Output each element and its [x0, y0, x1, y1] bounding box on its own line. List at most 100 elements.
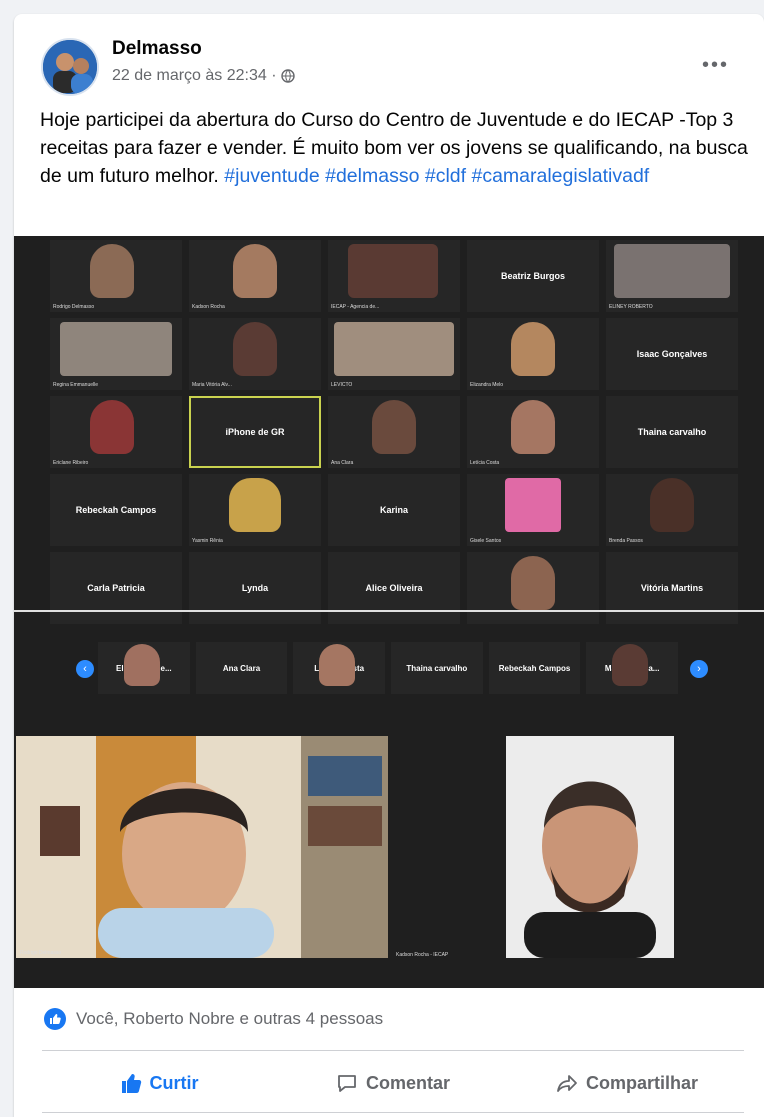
participant-tile: Ana Clara — [328, 396, 460, 468]
speaker-photo — [16, 736, 388, 958]
post-actions: Curtir Comentar Compartilhar — [42, 1054, 744, 1112]
participant-caption: Yasmin Rênia — [192, 538, 223, 544]
participant-tile: IECAP - Agencia de... — [328, 240, 460, 312]
participant-caption: ELINEY ROBERTO — [609, 304, 653, 310]
participant-tile: ELINEY ROBERTO — [606, 240, 738, 312]
reactions-text[interactable]: Você, Roberto Nobre e outras 4 pessoas — [76, 1009, 383, 1029]
participant-tile: Ericlane Ribeiro — [50, 396, 182, 468]
strip-tile: Maria Vitória... — [586, 642, 679, 694]
participant-name: Beatriz Burgos — [500, 271, 565, 281]
participant-video — [650, 478, 694, 532]
participant-tile: Yasmin Rênia — [189, 474, 321, 546]
participant-caption: Brenda Passos — [609, 538, 643, 544]
participant-tile: Vitória Martins — [606, 552, 738, 624]
post-image[interactable]: Rodrigo Delmasso Kadson Rocha IECAP - Ag… — [14, 236, 764, 988]
participant-caption: Elizandra Melo — [470, 382, 504, 388]
participant-video — [511, 400, 555, 454]
participant-tile: Brenda Passos — [606, 474, 738, 546]
participant-tile: Rebeckah Campos — [50, 474, 182, 546]
participant-name: Lynda — [241, 583, 269, 593]
participant-tile — [467, 552, 599, 624]
post-timestamp[interactable]: 22 de março às 22:34 · — [112, 67, 277, 85]
participant-tile: Carla Patricia — [50, 552, 182, 624]
chevron-right-icon: › — [690, 660, 708, 678]
video-call-grid: Rodrigo Delmasso Kadson Rocha IECAP - Ag… — [50, 240, 740, 624]
participant-name: Vitória Martins — [640, 583, 704, 593]
participant-video — [348, 244, 438, 298]
participant-tile: Isaac Gonçalves — [606, 318, 738, 390]
participant-video — [612, 644, 649, 686]
participant-caption: IECAP - Agencia de... — [331, 304, 380, 310]
like-reaction-icon — [44, 1008, 66, 1030]
participant-tile: Gisele Santos — [467, 474, 599, 546]
share-button[interactable]: Compartilhar — [510, 1054, 744, 1112]
like-button[interactable]: Curtir — [42, 1054, 276, 1112]
participant-video — [60, 322, 172, 376]
strip-tile: Ana Clara — [195, 642, 288, 694]
participant-caption: LEVICTO — [331, 382, 353, 388]
participant-name: Karina — [379, 505, 408, 515]
participant-tile: Thaina carvalho — [606, 396, 738, 468]
comment-label: Comentar — [365, 1072, 450, 1093]
participant-name: iPhone de GR — [225, 427, 285, 437]
participant-name: Ana Clara — [222, 663, 261, 673]
strip-tile: Elizandra Me... — [98, 642, 190, 694]
participant-caption: Maria Vitória Alv... — [192, 382, 232, 388]
participant-name: Carla Patricia — [87, 583, 145, 593]
participant-caption: Rodrigo Delmasso — [53, 304, 95, 310]
hashtag[interactable]: #cldf — [425, 165, 466, 187]
participant-caption: Ana Clara — [331, 460, 354, 466]
participant-tile: Beatriz Burgos — [467, 240, 599, 312]
participant-caption: Letícia Costa — [470, 460, 500, 466]
participant-name: Rebeckah Campos — [498, 663, 571, 673]
participant-name: Thaina carvalho — [637, 427, 707, 437]
participant-video — [505, 478, 561, 532]
speaker-video-right — [506, 736, 674, 958]
participant-name: Isaac Gonçalves — [636, 349, 708, 359]
speaker-video-left: Rodrigo Delmasso — [16, 736, 388, 958]
like-label: Curtir — [149, 1072, 199, 1093]
participant-tile: Lynda — [189, 552, 321, 624]
hashtag[interactable]: #camaralegislativadf — [471, 165, 649, 187]
participant-tile: Alice Oliveira — [328, 552, 460, 624]
participant-video — [233, 244, 277, 298]
hashtag[interactable]: #juventude — [224, 165, 319, 187]
participant-tile: iPhone de GR — [189, 396, 321, 468]
participant-video — [511, 556, 555, 610]
participant-tile: LEVICTO — [328, 318, 460, 390]
comment-button[interactable]: Comentar — [276, 1054, 510, 1112]
chevron-left-icon: ‹ — [76, 660, 94, 678]
participant-tile: Rodrigo Delmasso — [50, 240, 182, 312]
participant-name: Rebeckah Campos — [75, 505, 157, 515]
more-options-button[interactable]: ••• — [702, 54, 729, 77]
participant-caption: Ericlane Ribeiro — [53, 460, 89, 466]
divider — [42, 1050, 744, 1051]
strip-tile: Letícia Costa — [293, 642, 386, 694]
participant-caption: Regina Emmanuelle — [53, 382, 99, 388]
speaker-caption: Kadson Rocha - IECAP — [396, 952, 449, 958]
hashtag[interactable]: #delmasso — [325, 165, 419, 187]
participant-video — [614, 244, 730, 298]
participant-caption: Kadson Rocha — [192, 304, 225, 310]
participant-video — [90, 400, 134, 454]
participant-tile: Kadson Rocha — [189, 240, 321, 312]
divider — [42, 1112, 744, 1113]
participant-video — [511, 322, 555, 376]
participant-tile: Regina Emmanuelle — [50, 318, 182, 390]
share-label: Compartilhar — [585, 1072, 699, 1093]
participant-video — [90, 244, 134, 298]
strip-tile: Thaina carvalho — [391, 642, 483, 694]
participant-name: Alice Oliveira — [365, 583, 423, 593]
participant-tile: Karina — [328, 474, 460, 546]
author-name[interactable]: Delmasso — [112, 38, 202, 60]
participant-name: Thaina carvalho — [406, 663, 468, 673]
participant-strip: Elizandra Me... Ana Clara Letícia Costa … — [98, 642, 679, 694]
participant-tile: Maria Vitória Alv... — [189, 318, 321, 390]
reactions-summary[interactable]: Você, Roberto Nobre e outras 4 pessoas — [44, 1008, 383, 1030]
participant-tile: Elizandra Melo — [467, 318, 599, 390]
author-avatar[interactable] — [41, 38, 99, 96]
share-icon — [557, 1075, 577, 1092]
participant-video — [233, 322, 277, 376]
screenshot-divider — [14, 610, 764, 612]
participant-video — [124, 644, 160, 686]
